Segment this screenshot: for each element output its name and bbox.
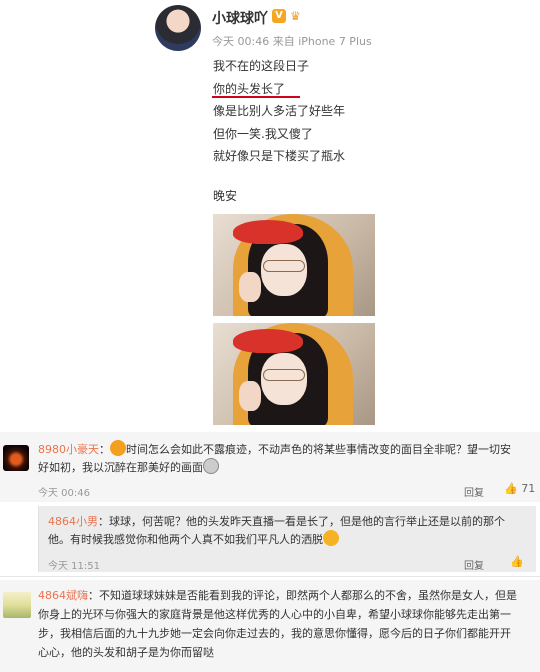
divider	[0, 576, 540, 577]
post-text: 我不在的这段日子 你的头发长了 像是比别人多活了好些年 但你一笑.我又傻了 就好…	[213, 55, 345, 168]
reply-button[interactable]: 回复	[464, 484, 484, 499]
like-count: 71	[521, 482, 536, 495]
emoji-icon	[203, 458, 219, 474]
post-meta: 今天 00:46 来自 iPhone 7 Plus	[212, 35, 372, 48]
emoji-icon	[110, 440, 126, 456]
verified-badge-icon: V	[272, 9, 286, 23]
reply-button[interactable]: 回复	[464, 557, 484, 572]
post-photo[interactable]	[213, 214, 375, 316]
reply-text: 4864小男：球球，何苦呢？他的头发昨天直播一看是长了，但是他的言行举止还是以前…	[48, 515, 505, 546]
thumb-up-icon: 👍	[510, 555, 524, 568]
comment-text: 4864斌嗨：不知道球球妹妹是否能看到我的评论，即然两个人都那么的不舍，虽然你是…	[38, 589, 517, 659]
post-line: 像是比别人多活了好些年	[213, 104, 346, 118]
post-photo[interactable]	[213, 323, 375, 425]
comment-text: 8980小豪天： 时间怎么会如此不露痕迹，不动声色的将某些事情改变的面目全非呢？望…	[38, 440, 536, 476]
weibo-post: 小球球吖 V ♛ 今天 00:46 来自 iPhone 7 Plus 我不在的这…	[150, 0, 390, 430]
like-button[interactable]: 👍 71	[504, 482, 535, 495]
comment-author[interactable]: 4864斌嗨	[38, 589, 88, 602]
crown-icon: ♛	[290, 9, 301, 23]
post-goodnight: 晚安	[213, 189, 238, 203]
post-line: 但你一笑.我又傻了	[213, 126, 313, 141]
avatar[interactable]	[155, 5, 201, 51]
reply-time: 今天 11:51	[48, 561, 100, 572]
commenter-avatar[interactable]	[3, 592, 31, 618]
laughing-emoji-icon	[323, 530, 339, 546]
red-underline	[212, 96, 300, 98]
comment-time: 今天 00:46	[38, 488, 90, 499]
comment-author[interactable]: 8980小豪天	[38, 443, 99, 456]
like-button[interactable]: 👍	[510, 555, 524, 568]
post-username[interactable]: 小球球吖	[212, 8, 268, 28]
thumb-up-icon: 👍	[504, 482, 518, 495]
post-line: 我不在的这段日子	[213, 59, 310, 73]
commenter-avatar[interactable]	[3, 445, 29, 471]
reply-author[interactable]: 4864小男	[48, 515, 98, 528]
post-line: 就好像只是下楼买了瓶水	[213, 149, 346, 163]
